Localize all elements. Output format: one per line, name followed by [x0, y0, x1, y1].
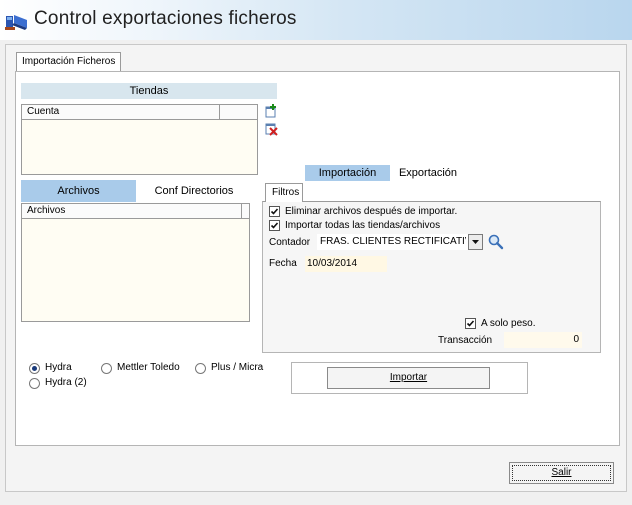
radio-hydra-2[interactable]: [29, 378, 40, 389]
window-title: Control exportaciones ficheros: [34, 8, 297, 29]
importar-button[interactable]: Importar: [327, 367, 490, 389]
add-icon[interactable]: [264, 104, 278, 118]
tiendas-header: Tiendas: [21, 83, 277, 99]
eliminar-checkbox[interactable]: [269, 206, 280, 217]
contador-value: FRAS. CLIENTES RECTIFICATIVA: [320, 236, 466, 247]
radio-plus-micra[interactable]: [195, 363, 206, 374]
radio-mettler-toledo-label: Mettler Toledo: [117, 362, 180, 373]
archivos-column-filler: [242, 204, 249, 219]
contador-select[interactable]: FRAS. CLIENTES RECTIFICATIVA: [317, 234, 483, 250]
transaccion-label: Transacción: [438, 335, 493, 346]
archivos-column-header[interactable]: Archivos: [22, 204, 242, 219]
fecha-input[interactable]: 10/03/2014: [305, 256, 387, 272]
fecha-label: Fecha: [269, 258, 297, 269]
cuenta-grid[interactable]: Cuenta: [21, 104, 258, 175]
tab-importacion[interactable]: Importación: [305, 165, 390, 181]
solo-peso-label: A solo peso.: [481, 318, 536, 329]
importar-todas-checkbox[interactable]: [269, 220, 280, 231]
solo-peso-checkbox[interactable]: [465, 318, 476, 329]
delete-icon[interactable]: [264, 122, 278, 136]
cuenta-column-header[interactable]: Cuenta: [22, 105, 220, 120]
archivos-grid[interactable]: Archivos: [21, 203, 250, 322]
app-icon: [5, 11, 29, 31]
tab-conf-directorios[interactable]: Conf Directorios: [136, 180, 252, 202]
radio-hydra[interactable]: [29, 363, 40, 374]
radio-hydra-2-label: Hydra (2): [45, 377, 87, 388]
tab-importacion-ficheros[interactable]: Importación Ficheros: [16, 52, 121, 72]
left-tabbar: Archivos Conf Directorios: [21, 180, 252, 202]
chevron-down-icon[interactable]: [468, 234, 483, 250]
transaccion-value: 0: [573, 334, 579, 345]
tab-archivos[interactable]: Archivos: [21, 180, 136, 202]
tab-filtros[interactable]: Filtros: [265, 183, 303, 202]
eliminar-label: Eliminar archivos después de importar.: [285, 206, 458, 217]
transaccion-input[interactable]: 0: [504, 332, 582, 348]
radio-mettler-toledo[interactable]: [101, 363, 112, 374]
tab-exportacion[interactable]: Exportación: [392, 165, 464, 181]
fecha-value: 10/03/2014: [307, 258, 358, 269]
radio-hydra-label: Hydra: [45, 362, 72, 373]
cuenta-column-filler: [220, 105, 257, 120]
salir-button[interactable]: Salir: [509, 462, 614, 484]
magnifier-icon[interactable]: [487, 234, 504, 250]
importar-todas-label: Importar todas las tiendas/archivos: [285, 220, 441, 231]
contador-label: Contador: [269, 237, 311, 248]
radio-plus-micra-label: Plus / Micra: [211, 362, 264, 373]
